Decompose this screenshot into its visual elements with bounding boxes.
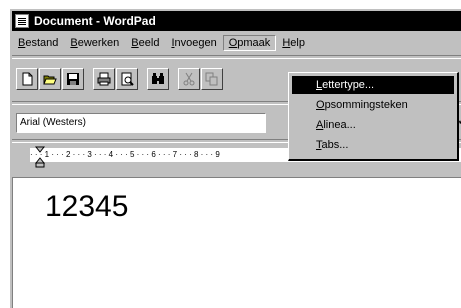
menu-item-tabs[interactable]: Tabs... (292, 136, 454, 154)
menu-bar: Bestand Bewerken Beeld Invoegen Opmaak H… (12, 33, 461, 53)
opmaak-dropdown-menu: Lettertype... Opsommingsteken Alinea... … (288, 72, 459, 161)
menu-help[interactable]: Help (276, 35, 311, 51)
copy-button[interactable] (201, 68, 223, 90)
menu-opmaak[interactable]: Opmaak (222, 35, 277, 51)
cut-button[interactable] (178, 68, 200, 90)
document-area[interactable]: 12345 (12, 177, 461, 308)
menu-bewerken[interactable]: Bewerken (64, 35, 125, 51)
standard-toolbar (16, 66, 224, 92)
find-button[interactable] (147, 68, 169, 90)
print-preview-button[interactable] (116, 68, 138, 90)
format-bar: Arial (Westers) (16, 112, 266, 134)
print-button[interactable] (93, 68, 115, 90)
menu-invoegen[interactable]: Invoegen (165, 35, 222, 51)
open-icon (43, 75, 57, 85)
menu-item-lettertype[interactable]: Lettertype... (292, 76, 454, 94)
save-icon (67, 73, 79, 85)
print-preview-icon (121, 72, 134, 86)
indent-marker-icon[interactable] (35, 146, 45, 168)
wordpad-icon[interactable] (15, 14, 29, 28)
window-title: Document - WordPad (34, 14, 156, 28)
new-icon (22, 72, 33, 86)
find-icon (152, 73, 164, 84)
menu-separator (12, 55, 461, 59)
save-button[interactable] (62, 68, 84, 90)
menu-beeld[interactable]: Beeld (125, 35, 165, 51)
font-name-field[interactable]: Arial (Westers) (16, 113, 266, 133)
wordpad-window: Document - WordPad Bestand Bewerken Beel… (9, 8, 461, 308)
menu-bestand[interactable]: Bestand (12, 35, 64, 51)
print-icon (97, 72, 111, 86)
copy-icon (205, 72, 218, 86)
open-button[interactable] (39, 68, 61, 90)
new-button[interactable] (16, 68, 38, 90)
document-text[interactable]: 12345 (45, 190, 128, 224)
title-bar: Document - WordPad (12, 11, 461, 31)
cut-icon (183, 72, 195, 86)
menu-item-opsommingsteken[interactable]: Opsommingsteken (292, 96, 454, 114)
menu-item-alinea[interactable]: Alinea... (292, 116, 454, 134)
